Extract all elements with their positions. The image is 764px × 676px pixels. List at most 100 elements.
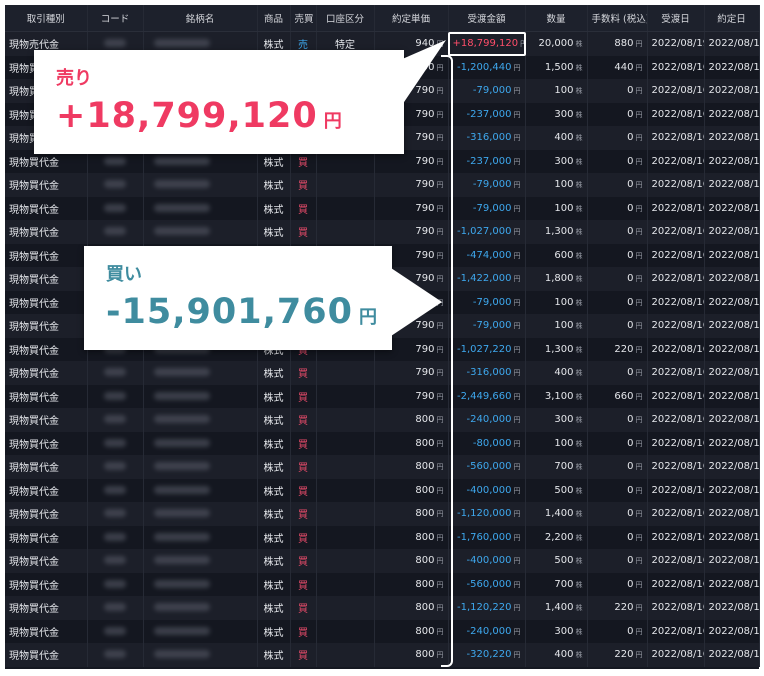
cell-account (316, 643, 375, 667)
table-row[interactable]: 現物買代金 株式買 800 円 -560,000 円 700 株 0 円 2022/08/16 202… (5, 455, 760, 479)
cell-side: 買 (290, 478, 317, 502)
cell-fee: 0円 (587, 431, 648, 455)
cell-account (316, 619, 375, 643)
cell-trade-type: 現物買代金 (5, 196, 88, 220)
cell-account (316, 549, 375, 573)
table-row[interactable]: 現物買代金 株式買 800 円 -1,120,000 円 1,400 株 0 円 2022/08/1… (5, 502, 760, 526)
cell-code-redacted (87, 361, 144, 385)
cell-trade-type: 現物買代金 (5, 314, 88, 338)
cell-trade-date: 2022/08/12 (704, 243, 760, 267)
cell-fee: 0円 (587, 361, 648, 385)
table-row[interactable]: 現物買代金 株式買 800 円 -400,000 円 500 株 0 円 2022/08/16 202… (5, 549, 760, 573)
cell-fee: 0円 (587, 267, 648, 291)
cell-product: 株式 (257, 361, 291, 385)
table-row[interactable]: 現物買代金 株式買 790円-79,000円100株0円2022/08/162022… (5, 173, 760, 197)
cell-amount: -400,000 円 (448, 478, 526, 502)
cell-trade-type: 現物買代金 (5, 361, 88, 385)
cell-quantity: 100 株 (525, 314, 588, 338)
cell-product: 株式 (257, 596, 291, 620)
table-row[interactable]: 現物買代金 株式買 800 円 -240,000 円 300 株 0 円 2022/08/16 202… (5, 619, 760, 643)
table-row[interactable]: 現物買代金 株式買 800 円 -320,220 円 400 株 220 円 2022/08/16 2… (5, 643, 760, 667)
header-trade-date[interactable]: 約定日 (704, 5, 760, 32)
cell-stock-name-redacted (143, 525, 258, 549)
cell-delivery-date: 2022/08/16 (647, 502, 705, 526)
table-row[interactable]: 現物買代金 株式買 800 円 -560,000 円 700 株 0 円 2022/08/16 202… (5, 572, 760, 596)
cell-stock-name-redacted (143, 173, 258, 197)
table-row[interactable]: 現物買代金 株式買 790円-79,000円100株0円2022/08/162022… (5, 196, 760, 220)
table-row[interactable]: 現物買代金 株式買 790 円 -2,449,660 円 3,100 株 660 円 2022/08… (5, 384, 760, 408)
cell-code-redacted (87, 384, 144, 408)
table-row[interactable]: 現物買代金 株式買 800 円 -240,000 円 300 株 0 円 2022/08/16 202… (5, 408, 760, 432)
header-amount[interactable]: 受渡金額 (448, 5, 526, 32)
header-side[interactable]: 売買 (290, 5, 317, 32)
cell-fee: 0円 (587, 525, 648, 549)
table-row[interactable]: 現物買代金 株式買 800 円 -1,120,220 円 1,400 株 220 円 2022/08… (5, 596, 760, 620)
cell-quantity: 100 株 (525, 173, 588, 197)
cell-delivery-date: 2022/08/16 (647, 314, 705, 338)
cell-trade-type: 現物買代金 (5, 220, 88, 244)
header-delivery-date[interactable]: 受渡日 (647, 5, 705, 32)
header-code[interactable]: コード (87, 5, 144, 32)
header-trade-type[interactable]: 取引種別 (5, 5, 88, 32)
cell-delivery-date: 2022/08/16 (647, 619, 705, 643)
cell-trade-date: 2022/08/12 (704, 79, 760, 103)
cell-trade-date: 2022/08/12 (704, 478, 760, 502)
cell-amount: -560,000 円 (448, 572, 526, 596)
table-row[interactable]: 現物買代金 株式買 800 円 -80,000 円 100 株 0 円 2022/08/16 2022… (5, 431, 760, 455)
cell-side: 買 (290, 643, 317, 667)
cell-trade-date: 2022/08/12 (704, 643, 760, 667)
table-row[interactable]: 現物買代金 株式買 790 円 -1,027,000 円 1,300 株 0 円 2022/08/1… (5, 220, 760, 244)
cell-delivery-date: 2022/08/16 (647, 572, 705, 596)
cell-price: 800 円 (374, 643, 449, 667)
buy-total-callout: 買い -15,901,760 円 (84, 246, 392, 350)
header-stock-name[interactable]: 銘柄名 (143, 5, 258, 32)
cell-delivery-date: 2022/08/16 (647, 267, 705, 291)
cell-code-redacted (87, 220, 144, 244)
cell-trade-date: 2022/08/12 (704, 314, 760, 338)
cell-stock-name-redacted (143, 502, 258, 526)
cell-trade-date: 2022/08/12 (704, 337, 760, 361)
cell-fee: 0円 (587, 455, 648, 479)
cell-trade-date: 2022/08/12 (704, 572, 760, 596)
table-row[interactable]: 現物買代金 株式買 800 円 -400,000 円 500 株 0 円 2022/08/16 202… (5, 478, 760, 502)
cell-amount: -240,000 円 (448, 619, 526, 643)
cell-quantity: 100 株 (525, 196, 588, 220)
cell-side: 買 (290, 220, 317, 244)
cell-fee: 0円 (587, 290, 648, 314)
cell-amount: -79,000 円 (448, 173, 526, 197)
cell-side: 買 (290, 455, 317, 479)
cell-delivery-date: 2022/08/16 (647, 549, 705, 573)
cell-quantity: 400 株 (525, 643, 588, 667)
cell-trade-date: 2022/08/12 (704, 149, 760, 173)
cell-delivery-date: 2022/08/16 (647, 126, 705, 150)
cell-stock-name-redacted (143, 596, 258, 620)
header-account[interactable]: 口座区分 (316, 5, 375, 32)
cell-delivery-date: 2022/08/19 (647, 31, 705, 56)
header-quantity[interactable]: 数量 (525, 5, 588, 32)
cell-trade-type: 現物買代金 (5, 619, 88, 643)
header-price[interactable]: 約定単価 (374, 5, 449, 32)
cell-fee: 220 円 (587, 643, 648, 667)
cell-fee: 0円 (587, 572, 648, 596)
cell-side: 買 (290, 549, 317, 573)
table-row[interactable]: 現物買代金 株式買 790円-316,000円400株0円2022/08/16202… (5, 361, 760, 385)
cell-price: 800 円 (374, 525, 449, 549)
cell-delivery-date: 2022/08/16 (647, 643, 705, 667)
header-product[interactable]: 商品 (257, 5, 291, 32)
cell-delivery-date: 2022/08/16 (647, 337, 705, 361)
table-row[interactable]: 現物買代金 株式買 800 円 -1,760,000 円 2,200 株 0 円 2022/08/1… (5, 525, 760, 549)
cell-fee: 0円 (587, 619, 648, 643)
cell-delivery-date: 2022/08/16 (647, 243, 705, 267)
cell-side: 買 (290, 525, 317, 549)
cell-side: 買 (290, 408, 317, 432)
cell-trade-date: 2022/08/12 (704, 408, 760, 432)
cell-account (316, 455, 375, 479)
cell-product: 株式 (257, 196, 291, 220)
cell-trade-date: 2022/08/12 (704, 384, 760, 408)
cell-price: 790円 (374, 220, 449, 244)
cell-amount: -1,027,000 円 (448, 220, 526, 244)
table-header-row: 取引種別 コード 銘柄名 商品 売買 口座区分 約定単価 受渡金額 数量 手数料… (5, 5, 760, 32)
cell-fee: 440 円 (587, 55, 648, 79)
cell-trade-date: 2022/08/12 (704, 361, 760, 385)
header-fee[interactable]: 手数料 (税込) (587, 5, 648, 32)
